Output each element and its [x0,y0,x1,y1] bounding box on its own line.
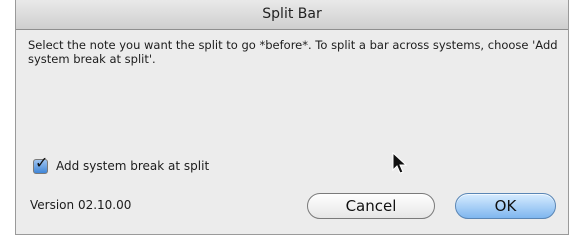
split-bar-dialog: Split Bar Select the note you want the s… [15,0,569,235]
checkmark-icon: ✓ [35,152,49,172]
dialog-title: Split Bar [262,6,322,22]
cancel-button[interactable]: Cancel [307,193,435,219]
ok-button[interactable]: OK [455,193,556,219]
version-text: Version 02.10.00 [30,198,132,212]
add-system-break-label[interactable]: Add system break at split [56,159,209,173]
add-system-break-checkbox[interactable]: ✓ [33,154,48,174]
mouse-pointer-icon [392,152,408,174]
title-bar: Split Bar [16,0,568,30]
add-system-break-option[interactable]: ✓ Add system break at split [33,154,209,175]
instruction-text: Select the note you want the split to go… [28,38,558,66]
